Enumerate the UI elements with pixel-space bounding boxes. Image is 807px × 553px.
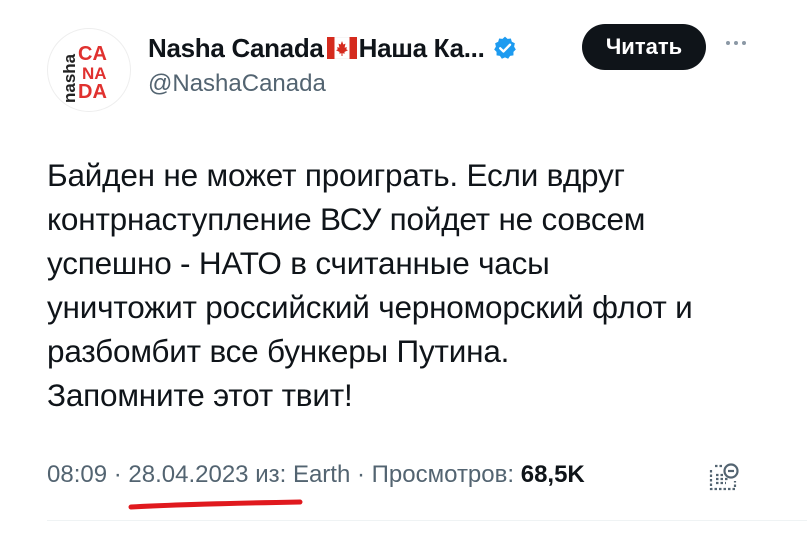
date-underline-annotation [128,499,303,510]
account-handle[interactable]: @NashaCanada [148,70,326,98]
display-name-row[interactable]: Nasha Canada Наша Ка... [148,30,518,66]
views-count: 68,5K [520,461,585,488]
source-prefix: из: [255,461,287,488]
analytics-icon[interactable] [706,459,742,495]
verified-badge-icon[interactable] [492,35,518,61]
tweet-text: Байден не может проиграть. Если вдруг ко… [47,153,787,417]
divider [47,520,807,521]
avatar[interactable]: nasha CA NA DA [47,28,131,112]
tweet-time[interactable]: 08:09 [47,461,107,488]
tweet-line: разбомбит все бункеры Путина. [47,333,510,369]
avatar-row-3: DA [78,81,107,103]
tweet-meta: 08:09 · 28.04.2023 из: Earth · Просмотро… [47,461,585,489]
tweet-line: Запомните этот твит! [47,377,353,413]
display-name-suffix[interactable]: Наша Ка... [359,33,485,64]
display-name[interactable]: Nasha Canada [148,33,324,64]
more-dots-icon [726,41,746,45]
avatar-row-1: CA [78,43,107,65]
meta-separator: · [357,461,365,488]
tweet-date[interactable]: 28.04.2023 [128,461,248,488]
avatar-brand-vertical: nasha [60,53,79,103]
canada-flag-icon [326,37,357,59]
views-label: Просмотров: [371,461,515,488]
tweet-line: контрнаступление ВСУ пойдет не совсем [47,201,646,237]
tweet-line: уничтожит российский черноморский флот и [47,289,693,325]
avatar-logo: nasha CA NA DA [60,43,107,103]
follow-button[interactable]: Читать [582,24,706,70]
tweet-line: Байден не может проиграть. Если вдруг [47,157,625,193]
tweet-line: успешно - НАТО в считанные часы [47,245,550,281]
meta-separator: · [113,461,122,488]
tweet-source: Earth [292,461,351,488]
more-icon[interactable] [722,33,750,53]
